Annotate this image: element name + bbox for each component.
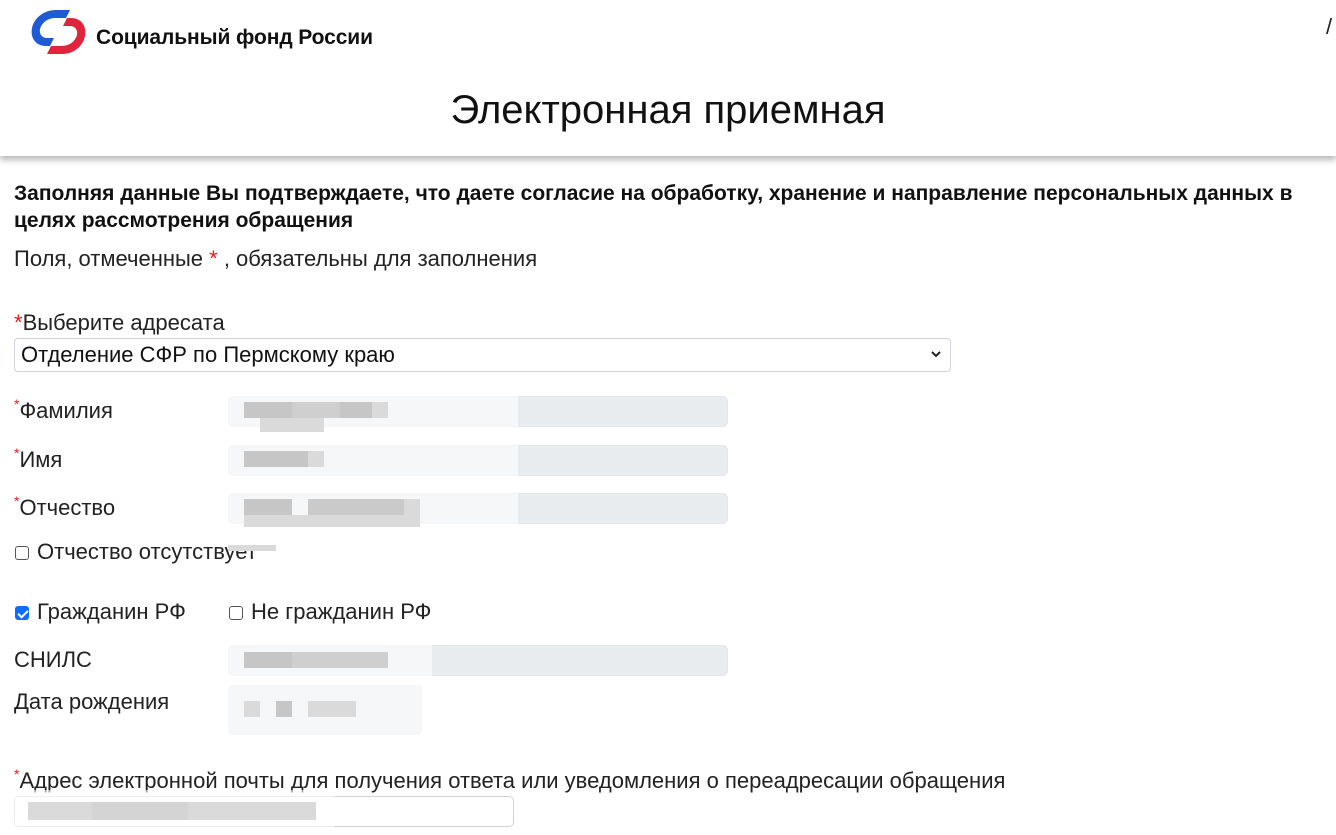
birth-date-label: Дата рождения — [14, 689, 170, 714]
redaction-pixel — [228, 545, 276, 551]
redaction-pixel — [260, 418, 324, 432]
redaction-pixel — [308, 499, 404, 515]
redaction-pixel — [372, 402, 388, 418]
first-name-label-text: Имя — [19, 447, 63, 472]
required-star: * — [14, 310, 23, 335]
addressee-label-text: Выберите адресата — [22, 310, 225, 335]
redaction-pixel — [244, 402, 292, 418]
not-citizen-rf-label[interactable]: Не гражданин РФ — [251, 599, 431, 625]
redaction-pixel — [404, 499, 420, 515]
brand-name: Социальный фонд России — [96, 26, 373, 49]
required-fields-note: Поля, отмеченные * , обязательны для зап… — [14, 246, 537, 272]
redaction-pixel — [244, 451, 308, 467]
site-header: Социальный фонд России / Электронная при… — [0, 0, 1336, 156]
required-note-prefix: Поля, отмеченные — [14, 246, 210, 271]
required-star: * — [14, 766, 20, 782]
chevron-down-icon — [931, 351, 941, 358]
last-name-label: *Фамилия — [14, 396, 113, 424]
redaction-pixel — [292, 652, 388, 668]
redaction-pixel — [340, 402, 372, 418]
middle-name-label: *Отчество — [14, 493, 116, 521]
required-star: * — [14, 493, 20, 509]
first-name-label: *Имя — [14, 445, 63, 473]
redaction-pixel — [292, 402, 340, 418]
addressee-select[interactable]: Отделение СФР по Пермскому краю — [14, 338, 951, 372]
not-citizen-rf-checkbox[interactable] — [229, 606, 243, 620]
citizen-rf-label[interactable]: Гражданин РФ — [37, 599, 186, 625]
redaction-pixel — [308, 451, 324, 467]
consent-notice: Заполняя данные Вы подтверждаете, что да… — [14, 182, 1293, 232]
middle-name-label-text: Отчество — [19, 495, 116, 520]
redaction-pixel — [92, 802, 188, 820]
redaction-pixel — [244, 652, 292, 668]
required-star: * — [14, 445, 20, 461]
citizen-rf-checkbox[interactable] — [15, 606, 29, 620]
redaction-pixel — [276, 701, 292, 717]
required-note-suffix: , обязательны для заполнения — [217, 246, 538, 271]
sfr-logo-icon[interactable] — [26, 6, 90, 58]
addressee-selected-value: Отделение СФР по Пермскому краю — [21, 342, 395, 367]
redaction-pixel — [244, 515, 420, 527]
redaction-pixel — [244, 701, 260, 717]
required-star: * — [14, 396, 20, 412]
redaction-pixel — [188, 802, 316, 820]
redaction-pixel — [244, 499, 292, 515]
redaction-pixel — [308, 701, 356, 717]
redaction-pixel — [28, 802, 92, 820]
addressee-label: *Выберите адресата — [14, 310, 225, 336]
last-name-label-text: Фамилия — [19, 398, 113, 423]
page-title: Электронная приемная — [450, 88, 886, 132]
no-middle-name-checkbox[interactable] — [15, 546, 29, 560]
no-middle-name-label[interactable]: Отчество отсутствует — [37, 539, 257, 565]
required-note-star: * — [209, 246, 218, 271]
snils-label: СНИЛС — [14, 647, 92, 672]
header-corner-glyph[interactable]: / — [1326, 14, 1332, 40]
